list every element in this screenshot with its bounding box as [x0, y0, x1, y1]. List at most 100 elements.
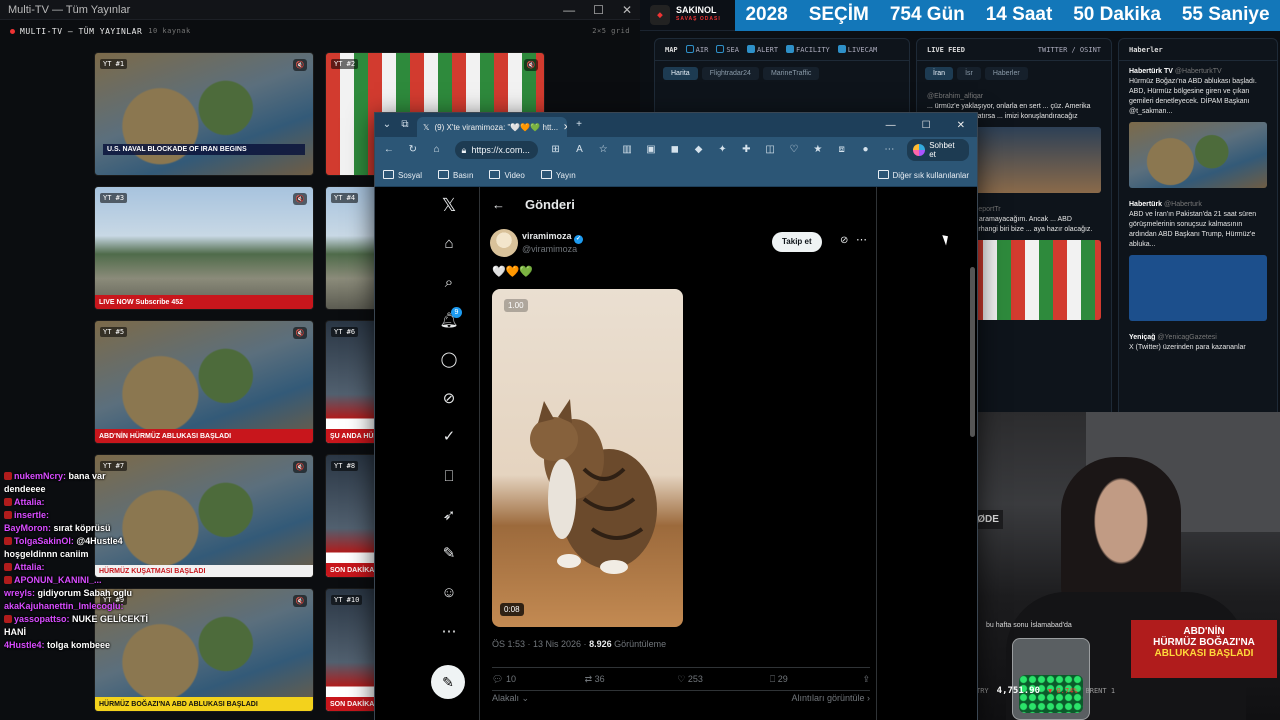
- extension-icon[interactable]: ◆: [693, 144, 705, 156]
- maximize-icon[interactable]: ☐: [922, 120, 931, 131]
- collections-icon[interactable]: ⧈: [836, 144, 848, 156]
- filter-sea[interactable]: SEA: [716, 45, 739, 54]
- messages-icon[interactable]: ◯: [437, 348, 461, 372]
- follow-button[interactable]: Takip et: [772, 232, 822, 252]
- chat-user: Attalia:: [14, 562, 45, 572]
- speaker-icon[interactable]: 🔇: [293, 193, 307, 205]
- tile-label: YT #6: [331, 327, 359, 337]
- chat-text: HANİ: [4, 627, 26, 637]
- speaker-icon[interactable]: 🔇: [293, 59, 307, 71]
- repost-button[interactable]: ⇄ 36: [585, 674, 678, 685]
- home-icon[interactable]: ⌂: [437, 232, 461, 256]
- avatar[interactable]: [490, 229, 518, 257]
- like-button[interactable]: ♡ 253: [677, 674, 770, 685]
- new-tab-icon[interactable]: +: [573, 119, 585, 131]
- filter-facility[interactable]: FACILITY: [786, 45, 830, 54]
- extension-icon[interactable]: ✦: [717, 144, 729, 156]
- extension-icon[interactable]: ◼: [669, 144, 681, 156]
- extensions-puzzle-icon[interactable]: ✚: [740, 144, 752, 156]
- profile-icon[interactable]: ☺: [437, 581, 461, 605]
- view-quotes-link[interactable]: Alıntıları görüntüle ›: [791, 693, 870, 704]
- business-icon[interactable]: ➶: [437, 504, 461, 528]
- tab-iran[interactable]: İran: [925, 67, 954, 80]
- filter-air[interactable]: AIR: [685, 45, 708, 54]
- bookmarks-icon[interactable]: ⎕: [437, 465, 461, 489]
- stream-tile[interactable]: YT #5 🔇 ABD'NİN HÜRMÜZ ABLUKASI BAŞLADI: [94, 320, 314, 444]
- browser-essentials-icon[interactable]: ♡: [788, 144, 800, 156]
- chevron-down-icon: ⌄: [521, 693, 530, 703]
- close-tab-icon[interactable]: ✕: [563, 122, 567, 133]
- tweet-video[interactable]: 1.00 0:08: [492, 289, 683, 627]
- close-icon[interactable]: ✕: [622, 3, 632, 17]
- speaker-icon[interactable]: 🔇: [293, 327, 307, 339]
- stream-tile[interactable]: YT #1 🔇 U.S. NAVAL BLOCKADE OF IRAN BEGI…: [94, 52, 314, 176]
- bookmark-folder[interactable]: Basın: [438, 170, 473, 180]
- scrollbar[interactable]: [970, 267, 975, 437]
- extension-icon[interactable]: ▥: [621, 144, 633, 156]
- speaker-icon[interactable]: 🔇: [293, 461, 307, 473]
- tab-isr[interactable]: İsr: [957, 67, 981, 80]
- tab-harita[interactable]: Harita: [663, 67, 698, 80]
- browser-tab[interactable]: 𝕏 (9) X'te viramimoza: "🤍🧡💚 htt... ✕: [417, 117, 567, 137]
- news-thumbnail: [1129, 255, 1267, 321]
- close-icon[interactable]: ✕: [957, 120, 965, 131]
- url-field[interactable]: 🔒︎ https://x.com...: [454, 141, 538, 159]
- share-icon[interactable]: ⇪: [862, 674, 870, 685]
- search-icon[interactable]: ⌕: [437, 271, 461, 295]
- verified-icon[interactable]: ✓: [437, 425, 461, 449]
- grok-icon[interactable]: ⊘: [840, 235, 848, 246]
- bookmark-button[interactable]: ⎕ 29: [770, 674, 863, 685]
- chat-overlay: nukemNcry: bana var dendeeee Attalia: in…: [4, 470, 154, 652]
- news-item[interactable]: Yeniçağ @YenicagGazetesi X (Twitter) üze…: [1119, 327, 1277, 359]
- author-name-row[interactable]: viramimoza ✓: [522, 231, 584, 244]
- split-screen-icon[interactable]: ⊞: [550, 144, 562, 156]
- profile-avatar-icon[interactable]: ●: [860, 144, 872, 156]
- bookmark-folder[interactable]: Video: [489, 170, 524, 180]
- playback-speed[interactable]: 1.00: [504, 299, 528, 312]
- other-bookmarks[interactable]: Diğer sık kullanılanlar: [878, 170, 969, 180]
- bookmark-folder[interactable]: Sosyal: [383, 170, 422, 180]
- news-item[interactable]: Habertürk TV @HaberturkTV Hürmüz Boğazı'…: [1119, 61, 1277, 194]
- chat-text: gidiyorum Sabah oglu: [37, 588, 133, 598]
- speaker-icon[interactable]: 🔇: [524, 59, 538, 71]
- chat-message: insertle:: [4, 509, 154, 522]
- more-icon[interactable]: ⋯: [437, 620, 461, 644]
- favorite-star-icon[interactable]: ☆: [597, 144, 609, 156]
- extension-icon[interactable]: ▣: [645, 144, 657, 156]
- back-icon[interactable]: ←: [492, 197, 505, 212]
- related-dropdown[interactable]: Alakalı ⌄: [492, 693, 529, 704]
- minimize-icon[interactable]: —: [563, 3, 575, 17]
- live-feed-header: LIVE FEED TWITTER / OSINT: [917, 39, 1111, 61]
- minimize-icon[interactable]: —: [886, 120, 896, 131]
- lists-icon[interactable]: ✎: [437, 542, 461, 566]
- x-logo-icon[interactable]: 𝕏: [437, 193, 461, 217]
- bookmark-folder[interactable]: Yayın: [541, 170, 576, 180]
- news-item[interactable]: Habertürk @Haberturk ABD ve İran'ın Paki…: [1119, 194, 1277, 327]
- reply-button[interactable]: 💬︎ 10: [492, 674, 585, 685]
- read-aloud-icon[interactable]: A: [573, 144, 585, 156]
- workspaces-icon[interactable]: ⧉: [399, 119, 411, 131]
- home-icon[interactable]: ⌂: [431, 144, 443, 156]
- refresh-icon[interactable]: ↻: [407, 144, 419, 156]
- maximize-icon[interactable]: ☐: [593, 3, 604, 17]
- author-handle[interactable]: @viramimoza: [522, 244, 577, 254]
- map-panel-header: MAP AIR SEA ALERT FACILITY LIVECAM: [655, 39, 909, 61]
- tab-haberler[interactable]: Haberler: [984, 67, 1028, 80]
- speaker-icon[interactable]: 🔇: [293, 595, 307, 607]
- stream-tile[interactable]: YT #3 🔇 LIVE NOW Subscribe 452: [94, 186, 314, 310]
- chat-message: BayMoron: sırat köprüsü: [4, 522, 154, 535]
- split-icon[interactable]: ◫: [764, 144, 776, 156]
- tweet-time[interactable]: ÖS 1:53 · 13 Nis 2026 ·: [492, 639, 589, 649]
- tab-actions-icon[interactable]: ⌄: [381, 119, 393, 131]
- copilot-button[interactable]: Sohbet et: [907, 139, 969, 161]
- more-icon[interactable]: ⋯: [883, 144, 895, 156]
- grok-icon[interactable]: ⊘: [437, 387, 461, 411]
- back-icon[interactable]: ←: [383, 144, 395, 156]
- tab-flightradar[interactable]: Flightradar24: [701, 67, 759, 80]
- favorites-icon[interactable]: ★: [812, 144, 824, 156]
- tab-marinetraffic[interactable]: MarineTraffic: [762, 67, 820, 80]
- post-button[interactable]: ✎: [431, 665, 465, 699]
- filter-livecam[interactable]: LIVECAM: [837, 45, 877, 54]
- filter-alert[interactable]: ALERT: [746, 45, 778, 54]
- more-icon[interactable]: ⋯: [856, 233, 867, 246]
